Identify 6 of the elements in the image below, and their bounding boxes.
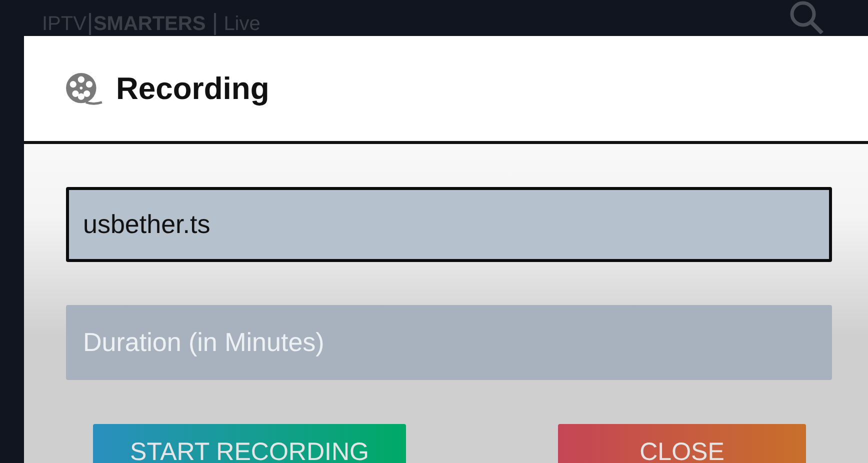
- film-reel-icon: [65, 72, 103, 106]
- duration-field[interactable]: Duration (in Minutes): [66, 305, 832, 380]
- close-button[interactable]: CLOSE: [558, 424, 806, 463]
- dialog-title: Recording: [116, 70, 270, 106]
- start-recording-button[interactable]: START RECORDING: [93, 424, 406, 463]
- file-name-field[interactable]: usbether.ts: [66, 187, 832, 262]
